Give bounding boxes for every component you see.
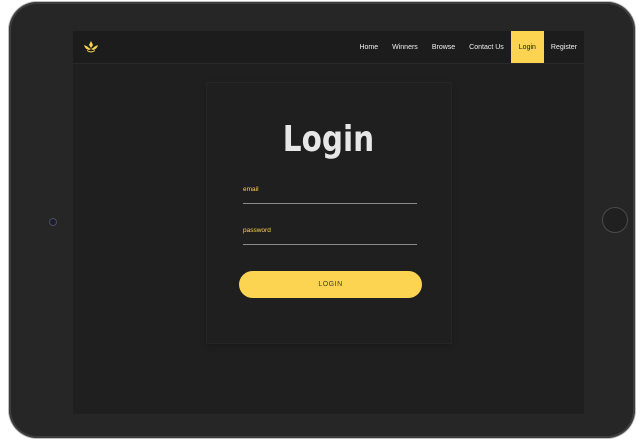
navbar: Home Winners Browse Contact Us Login Reg…	[73, 31, 584, 64]
nav-browse[interactable]: Browse	[425, 31, 462, 63]
camera-icon	[49, 218, 57, 226]
page-title: Login	[282, 119, 375, 160]
tablet-frame: Home Winners Browse Contact Us Login Reg…	[9, 2, 635, 438]
password-underline	[243, 244, 417, 245]
lotus-icon[interactable]	[83, 40, 99, 54]
home-button[interactable]	[602, 207, 628, 233]
nav-login[interactable]: Login	[510, 31, 544, 63]
email-input[interactable]	[243, 186, 417, 204]
password-field[interactable]: password	[243, 227, 417, 245]
nav-winners[interactable]: Winners	[385, 31, 425, 63]
nav-register[interactable]: Register	[544, 31, 584, 63]
app-screen: Home Winners Browse Contact Us Login Reg…	[73, 31, 584, 414]
login-button[interactable]: LOGIN	[239, 271, 422, 298]
nav-links: Home Winners Browse Contact Us Login Reg…	[352, 31, 584, 63]
email-underline	[243, 203, 417, 204]
password-input[interactable]	[243, 227, 417, 245]
email-field[interactable]: email	[243, 186, 417, 204]
nav-home[interactable]: Home	[352, 31, 385, 63]
nav-contact-us[interactable]: Contact Us	[462, 31, 511, 63]
